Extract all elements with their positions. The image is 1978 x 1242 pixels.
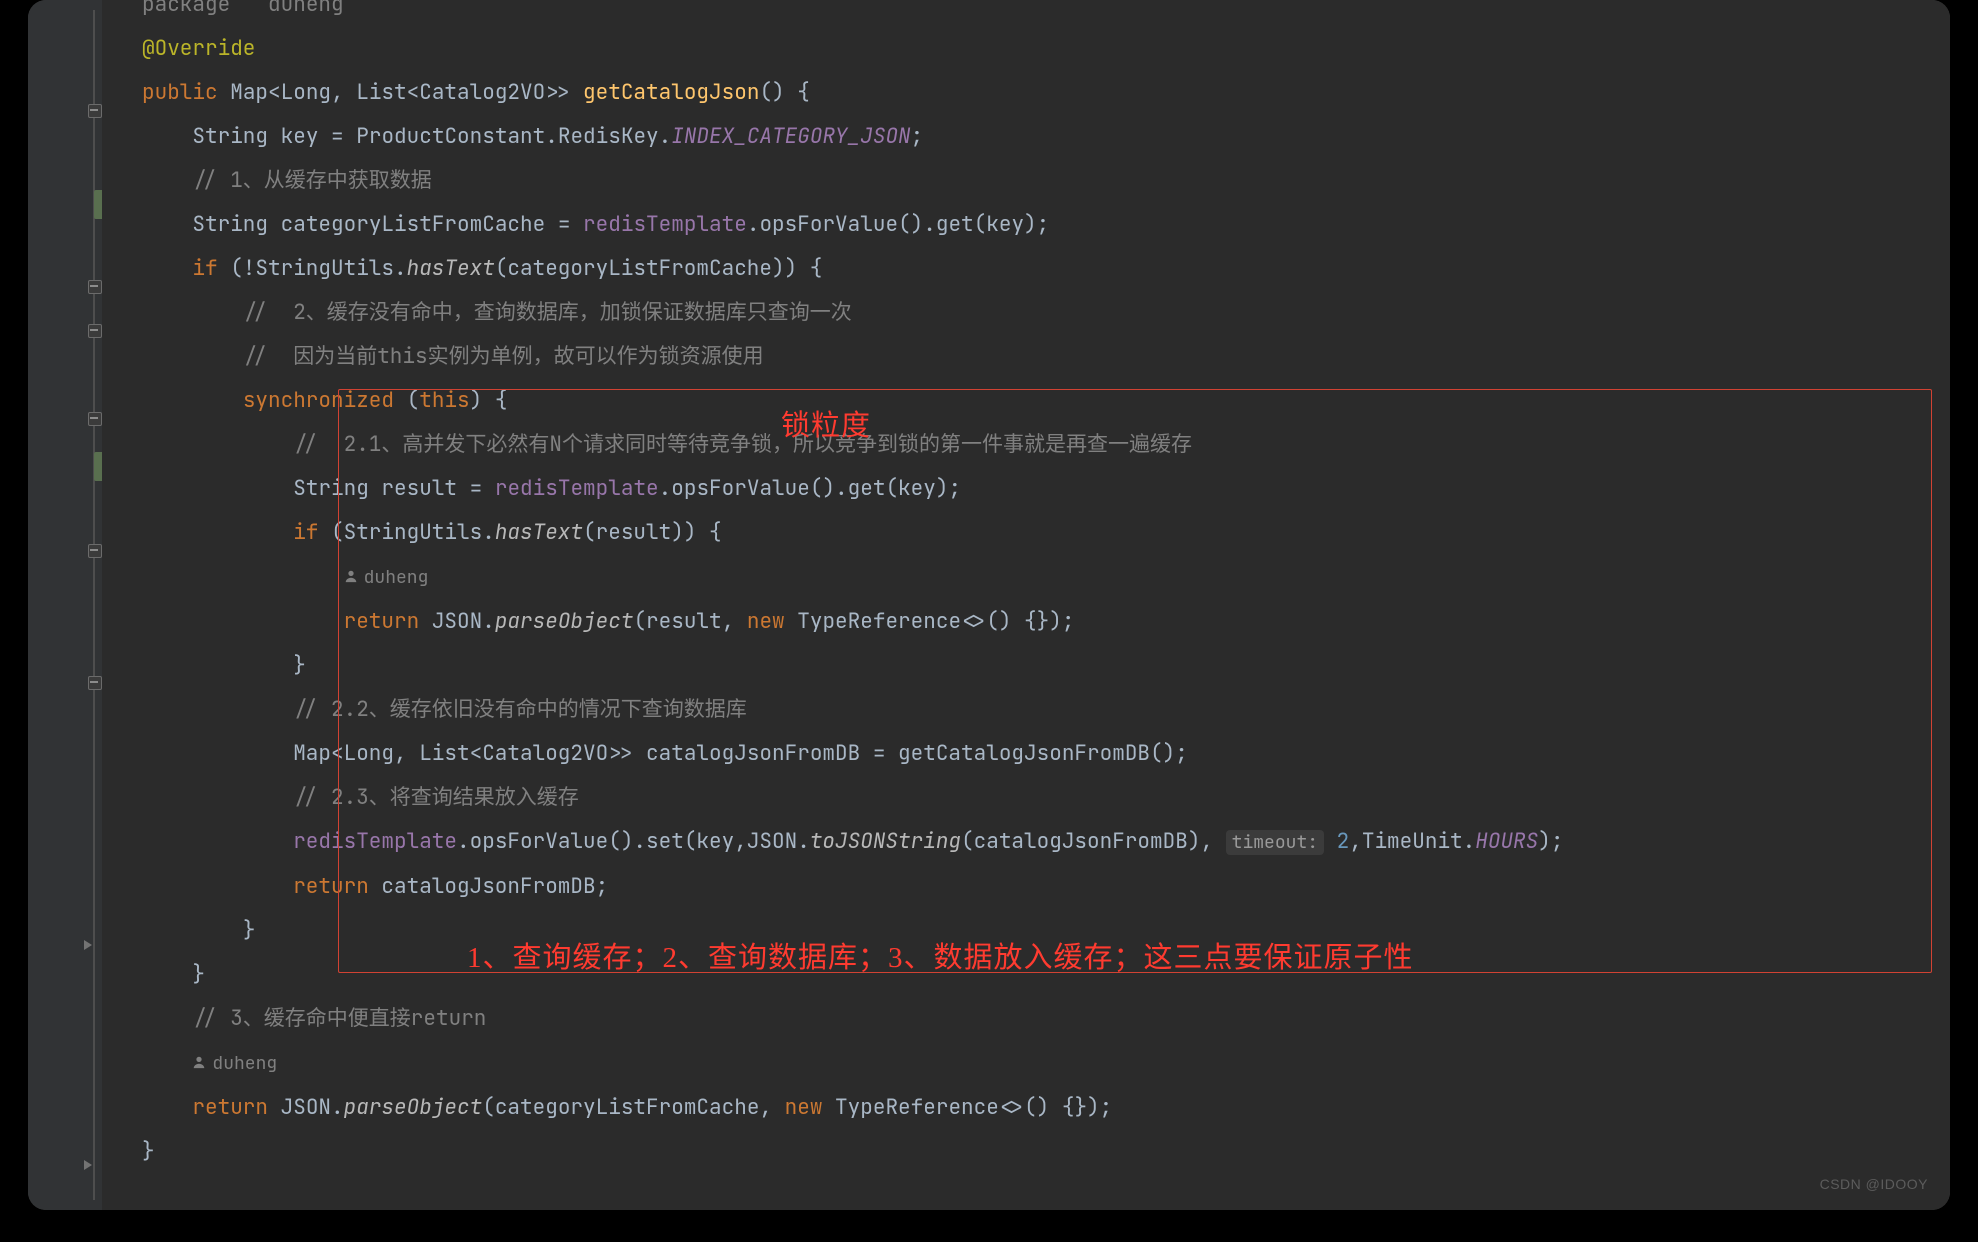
t: (categoryListFromCache,: [482, 1094, 784, 1121]
method-name: getCatalogJson: [583, 79, 759, 106]
kw: if: [192, 255, 217, 282]
kw: if: [293, 519, 318, 546]
t: (!StringUtils.: [218, 255, 407, 282]
annotation-override: @Override: [142, 35, 255, 62]
static-method: hasText: [407, 255, 495, 282]
annotation-label-1: 锁粒度: [781, 402, 871, 444]
type: String: [192, 211, 268, 238]
static-method: parseObject: [344, 1094, 483, 1121]
editor-frame: package duheng @Override public Map<Long…: [28, 0, 1950, 1210]
t: JSON.: [268, 1094, 344, 1121]
watermark: CSDN @IDOOY: [1820, 1176, 1928, 1192]
brace: }: [243, 917, 256, 944]
fold-toggle[interactable]: [88, 412, 100, 424]
cls: ProductConstant.RedisKey.: [356, 123, 671, 150]
t: package: [142, 0, 230, 18]
var: key: [281, 123, 319, 150]
comment: // 3、缓存命中便直接return: [192, 1005, 486, 1032]
t: ;: [911, 123, 924, 150]
kw: return: [192, 1094, 268, 1121]
type: String: [192, 123, 268, 150]
type: Map<Long, List<Catalog2VO>>: [230, 79, 570, 106]
t: (categoryListFromCache)) {: [495, 255, 823, 282]
kw: public: [142, 79, 218, 106]
static-field: INDEX_CATEGORY_JSON: [671, 123, 910, 150]
t: =: [318, 123, 356, 150]
kw: new: [785, 1094, 823, 1121]
brace: }: [192, 961, 205, 988]
fold-guide: [93, 10, 95, 1200]
fold-toggle[interactable]: [88, 544, 100, 556]
author-name: duheng: [212, 1052, 277, 1075]
run-gutter-icon[interactable]: [84, 1160, 96, 1172]
comment: // 2、缓存没有命中，查询数据库，加锁保证数据库只查询一次: [243, 299, 852, 326]
t: duheng: [268, 0, 344, 18]
fold-toggle[interactable]: [88, 104, 100, 116]
t: .opsForValue().get(key);: [747, 211, 1049, 238]
fold-toggle[interactable]: [88, 280, 100, 292]
t: [230, 0, 268, 18]
run-gutter-icon[interactable]: [84, 940, 96, 952]
gutter: [28, 0, 102, 1210]
t: TypeReference<>() {});: [822, 1094, 1112, 1121]
fold-toggle[interactable]: [88, 324, 100, 336]
annotation-box: [338, 389, 1932, 973]
field: redisTemplate: [583, 211, 747, 238]
t: =: [545, 211, 583, 238]
var: categoryListFromCache: [281, 211, 546, 238]
comment: // 1、从缓存中获取数据: [192, 167, 431, 194]
author-inlay: duheng: [192, 1052, 277, 1075]
fold-toggle[interactable]: [88, 676, 100, 688]
t: () {: [759, 79, 809, 106]
code-editor[interactable]: package duheng @Override public Map<Long…: [102, 0, 1950, 1210]
comment: // 因为当前this实例为单例，故可以作为锁资源使用: [243, 343, 764, 370]
brace: }: [142, 1138, 155, 1165]
brace: }: [293, 652, 306, 679]
annotation-label-2: 1、查询缓存；2、查询数据库；3、数据放入缓存；这三点要保证原子性: [467, 934, 1414, 976]
